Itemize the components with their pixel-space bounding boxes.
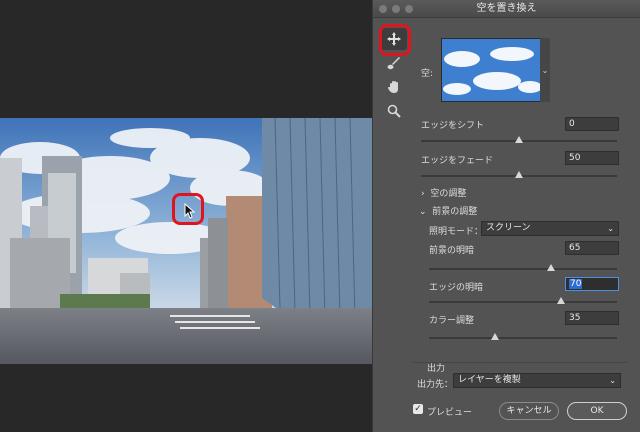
foreground-section-label: 前景の調整 (432, 207, 478, 217)
zoom-icon (387, 104, 401, 118)
tool-highlight (379, 24, 411, 56)
sky-adjust-section-label: 空の調整 (430, 189, 467, 199)
lighting-mode-select[interactable]: スクリーン ⌄ (481, 221, 619, 236)
canvas-area (0, 0, 372, 432)
foreground-lighting-slider-thumb[interactable] (547, 264, 556, 271)
color-adjust-input[interactable]: 35 (565, 311, 619, 325)
chevron-down-icon: ⌄ (609, 376, 616, 385)
sky-preset-thumbnail[interactable] (441, 38, 541, 102)
lighting-mode-value: スクリーン (486, 223, 531, 233)
chevron-down-icon: ⌄ (541, 65, 549, 75)
foreground-section[interactable]: ⌄ 前景の調整 (419, 204, 477, 217)
edge-lighting-slider-thumb[interactable] (556, 297, 565, 304)
foreground-lighting-label: 前景の明暗 (429, 246, 475, 256)
output-to-select[interactable]: レイヤーを複製 ⌄ (453, 373, 621, 388)
preview-checkbox[interactable]: ✓ (413, 404, 423, 414)
photo-preview[interactable] (0, 118, 372, 364)
edge-shift-label: エッジをシフト (421, 121, 485, 131)
edge-shift-input[interactable]: 0 (565, 117, 619, 131)
brush-icon (387, 57, 400, 70)
edge-lighting-value: 70 (569, 279, 583, 289)
output-to-label: 出力先： (417, 380, 454, 390)
ok-button[interactable]: OK (567, 402, 627, 420)
cancel-button[interactable]: キャンセル (499, 402, 559, 420)
sky-adjust-section[interactable]: › 空の調整 (421, 186, 466, 199)
hand-tool-button[interactable] (381, 76, 407, 98)
edge-lighting-label: エッジの明暗 (429, 283, 484, 293)
color-adjust-slider-thumb[interactable] (490, 333, 499, 340)
foreground-lighting-slider[interactable] (429, 268, 617, 270)
output-section-label: 出力 (427, 364, 446, 374)
edge-lighting-input[interactable]: 70 (565, 277, 619, 291)
edge-fade-slider-thumb[interactable] (515, 171, 523, 178)
lighting-mode-label: 照明モード： (429, 227, 484, 237)
dialog-title: 空を置き換え (476, 3, 537, 14)
edge-shift-slider-thumb[interactable] (515, 136, 523, 143)
sky-replacement-dialog: 空を置き換え 空: ⌄ エッジをシフト 0 エッジをフェード 50 › 空の調整… (372, 0, 640, 432)
sky-preset-dropdown[interactable]: ⌄ (540, 38, 550, 102)
window-controls[interactable] (379, 5, 413, 13)
chevron-right-icon: › (421, 189, 425, 199)
color-adjust-label: カラー調整 (429, 316, 475, 326)
dialog-titlebar: 空を置き換え (373, 0, 640, 18)
preview-label: プレビュー (427, 408, 473, 418)
chevron-down-icon: ⌄ (419, 207, 427, 217)
hand-icon (388, 81, 398, 93)
chevron-down-icon: ⌄ (607, 224, 614, 233)
checkmark-icon: ✓ (414, 404, 422, 414)
edge-lighting-slider[interactable] (429, 301, 617, 303)
color-adjust-slider[interactable] (429, 337, 617, 339)
cursor-arrow-icon (184, 203, 196, 219)
edge-fade-label: エッジをフェード (421, 156, 494, 166)
edge-fade-input[interactable]: 50 (565, 151, 619, 165)
foreground-lighting-input[interactable]: 65 (565, 241, 619, 255)
output-to-value: レイヤーを複製 (458, 375, 521, 385)
sky-label: 空: (421, 69, 434, 79)
zoom-tool-button[interactable] (381, 100, 407, 122)
